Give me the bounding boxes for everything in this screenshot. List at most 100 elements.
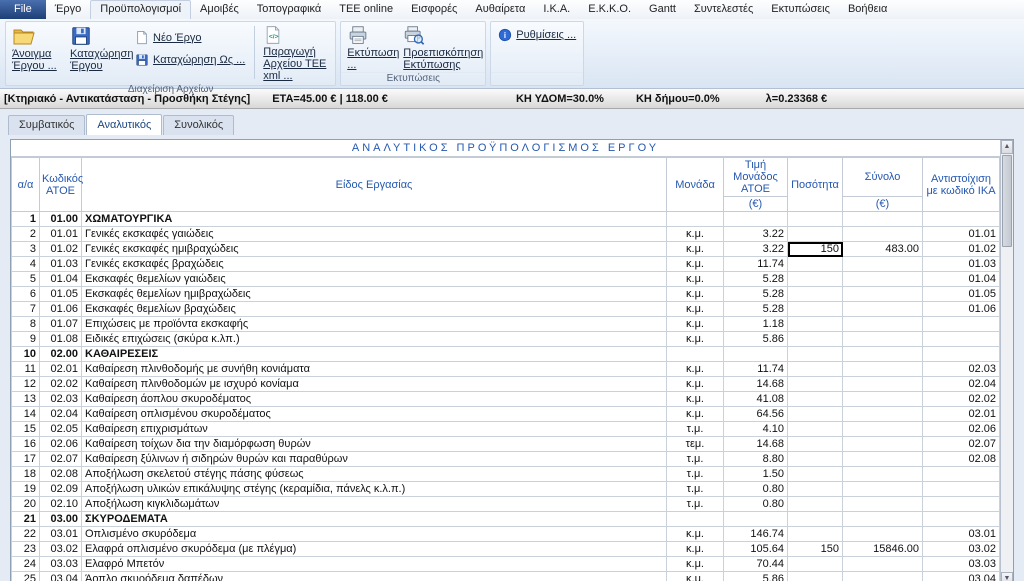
cell-total[interactable]	[843, 362, 923, 377]
cell-aa[interactable]: 11	[12, 362, 40, 377]
cell-ika[interactable]	[923, 512, 1000, 527]
cell-total[interactable]	[843, 452, 923, 467]
cell-total[interactable]	[843, 302, 923, 317]
cell-code[interactable]: 01.05	[40, 287, 82, 302]
cell-unit[interactable]	[667, 212, 724, 227]
scrollbar-thumb[interactable]	[1002, 155, 1012, 247]
cell-ika[interactable]: 02.03	[923, 362, 1000, 377]
cell-aa[interactable]: 21	[12, 512, 40, 527]
cell-ika[interactable]: 01.02	[923, 242, 1000, 257]
menu-tab[interactable]: Αμοιβές	[191, 0, 248, 19]
cell-qty[interactable]	[788, 452, 843, 467]
print-button[interactable]: Εκτύπωση ...	[343, 23, 399, 71]
menu-tab[interactable]: Ι.Κ.Α.	[534, 0, 579, 19]
cell-qty[interactable]	[788, 437, 843, 452]
save-project-button[interactable]: Καταχώρηση Έργου	[66, 23, 130, 82]
view-tab[interactable]: Συμβατικός	[8, 115, 85, 135]
scroll-up-button[interactable]: ▲	[1001, 140, 1013, 154]
cell-qty[interactable]	[788, 227, 843, 242]
cell-unit[interactable]: κ.μ.	[667, 572, 724, 581]
cell-qty[interactable]	[788, 287, 843, 302]
cell-unit[interactable]: κ.μ.	[667, 557, 724, 572]
cell-name[interactable]: Γενικές εκσκαφές γαιώδεις	[82, 227, 667, 242]
cell-unit[interactable]: κ.μ.	[667, 317, 724, 332]
cell-price[interactable]: 41.08	[724, 392, 788, 407]
menu-tab[interactable]: Αυθαίρετα	[466, 0, 534, 19]
cell-ika[interactable]: 01.01	[923, 227, 1000, 242]
cell-qty[interactable]	[788, 497, 843, 512]
print-preview-button[interactable]: Προεπισκόπηση Εκτύπωσης	[399, 23, 483, 71]
cell-price[interactable]	[724, 512, 788, 527]
cell-code[interactable]: 02.00	[40, 347, 82, 362]
cell-unit[interactable]: κ.μ.	[667, 377, 724, 392]
cell-unit[interactable]: κ.μ.	[667, 407, 724, 422]
cell-name[interactable]: Εκσκαφές θεμελίων γαιώδεις	[82, 272, 667, 287]
cell-aa[interactable]: 6	[12, 287, 40, 302]
cell-unit[interactable]: κ.μ.	[667, 242, 724, 257]
cell-total[interactable]	[843, 377, 923, 392]
cell-code[interactable]: 03.00	[40, 512, 82, 527]
menu-tab[interactable]: Έργο	[46, 0, 91, 19]
cell-unit[interactable]: κ.μ.	[667, 332, 724, 347]
cell-qty[interactable]	[788, 392, 843, 407]
cell-unit[interactable]: κ.μ.	[667, 392, 724, 407]
cell-total[interactable]	[843, 557, 923, 572]
cell-aa[interactable]: 18	[12, 467, 40, 482]
cell-total[interactable]	[843, 527, 923, 542]
cell-code[interactable]: 01.01	[40, 227, 82, 242]
cell-code[interactable]: 02.02	[40, 377, 82, 392]
cell-aa[interactable]: 3	[12, 242, 40, 257]
cell-qty[interactable]	[788, 317, 843, 332]
cell-price[interactable]: 64.56	[724, 407, 788, 422]
cell-name[interactable]: Εκσκαφές θεμελίων βραχώδεις	[82, 302, 667, 317]
cell-price[interactable]: 11.74	[724, 362, 788, 377]
cell-qty[interactable]	[788, 362, 843, 377]
save-as-button[interactable]: Καταχώρηση Ως ...	[130, 52, 250, 68]
cell-total[interactable]: 483.00	[843, 242, 923, 257]
cell-name[interactable]: ΧΩΜΑΤΟΥΡΓΙΚΑ	[82, 212, 667, 227]
cell-name[interactable]: Αποξήλωση κιγκλιδωμάτων	[82, 497, 667, 512]
cell-name[interactable]: Ελαφρό Μπετόν	[82, 557, 667, 572]
cell-code[interactable]: 01.03	[40, 257, 82, 272]
cell-aa[interactable]: 22	[12, 527, 40, 542]
cell-code[interactable]: 02.10	[40, 497, 82, 512]
cell-name[interactable]: Γενικές εκσκαφές ημιβραχώδεις	[82, 242, 667, 257]
cell-ika[interactable]	[923, 497, 1000, 512]
header-total[interactable]: Σύνολο	[843, 158, 923, 197]
cell-total[interactable]	[843, 287, 923, 302]
cell-total[interactable]	[843, 437, 923, 452]
cell-aa[interactable]: 13	[12, 392, 40, 407]
cell-code[interactable]: 01.08	[40, 332, 82, 347]
cell-total[interactable]	[843, 332, 923, 347]
menu-tab[interactable]: Ε.Κ.Κ.Ο.	[579, 0, 640, 19]
cell-aa[interactable]: 19	[12, 482, 40, 497]
cell-code[interactable]: 03.03	[40, 557, 82, 572]
cell-unit[interactable]	[667, 347, 724, 362]
cell-unit[interactable]: τ.μ.	[667, 497, 724, 512]
cell-ika[interactable]	[923, 317, 1000, 332]
cell-name[interactable]: Αποξήλωση υλικών επικάλυψης στέγης (κερα…	[82, 482, 667, 497]
cell-name[interactable]: Καθαίρεση πλινθοδομής με συνήθη κονιάματ…	[82, 362, 667, 377]
cell-ika[interactable]: 02.08	[923, 452, 1000, 467]
menu-tab[interactable]: Τοπογραφικά	[248, 0, 330, 19]
cell-total[interactable]	[843, 227, 923, 242]
cell-total[interactable]	[843, 482, 923, 497]
cell-price[interactable]: 14.68	[724, 377, 788, 392]
cell-total[interactable]	[843, 392, 923, 407]
cell-unit[interactable]: τ.μ.	[667, 467, 724, 482]
cell-code[interactable]: 02.04	[40, 407, 82, 422]
new-project-button[interactable]: Νέο Έργο	[130, 29, 250, 46]
cell-unit[interactable]: κ.μ.	[667, 302, 724, 317]
file-tab[interactable]: File	[0, 0, 46, 19]
menu-tab[interactable]: Συντελεστές	[685, 0, 762, 19]
cell-name[interactable]: Καθαίρεση επιχρισμάτων	[82, 422, 667, 437]
cell-aa[interactable]: 8	[12, 317, 40, 332]
menu-tab[interactable]: Gantt	[640, 0, 685, 19]
cell-unit[interactable]: κ.μ.	[667, 257, 724, 272]
cell-ika[interactable]: 03.02	[923, 542, 1000, 557]
menu-tab[interactable]: Προϋπολογισμοί	[90, 0, 191, 19]
settings-button[interactable]: i Ρυθμίσεις ...	[493, 27, 581, 43]
cell-code[interactable]: 02.09	[40, 482, 82, 497]
cell-price[interactable]	[724, 347, 788, 362]
cell-ika[interactable]: 02.02	[923, 392, 1000, 407]
